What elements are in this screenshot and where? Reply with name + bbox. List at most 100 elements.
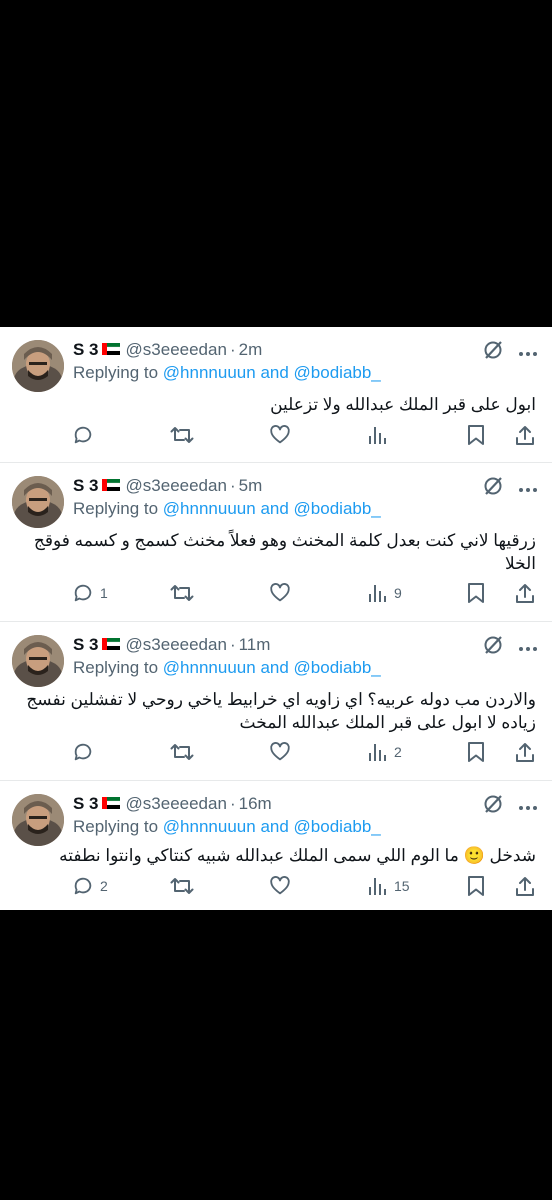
- dot-separator: ·: [229, 794, 236, 813]
- reply-button[interactable]: [72, 422, 100, 448]
- retweet-button[interactable]: [170, 739, 194, 765]
- share-button[interactable]: [514, 739, 536, 765]
- bookmark-button[interactable]: [466, 422, 486, 448]
- views-button[interactable]: [368, 422, 394, 448]
- reply-button[interactable]: [72, 739, 100, 765]
- views-count: 9: [394, 585, 402, 601]
- tweet[interactable]: S 3 @s3eeeedan · 11m Replying to @hnnnuu…: [0, 622, 552, 781]
- share-icon: [514, 582, 536, 604]
- grok-icon[interactable]: [482, 793, 504, 820]
- views-button[interactable]: 15: [368, 873, 410, 899]
- replying-label: Replying to: [73, 658, 159, 677]
- bookmark-icon: [466, 582, 486, 604]
- retweet-button[interactable]: [170, 422, 194, 448]
- bookmark-button[interactable]: [466, 580, 486, 606]
- avatar[interactable]: [12, 340, 64, 392]
- user-handle[interactable]: @s3eeeedan: [126, 794, 227, 814]
- tweet[interactable]: S 3 @s3eeeedan · 5m Replying to @hnnnuuu…: [0, 463, 552, 622]
- mention-link[interactable]: @hnnnuuun: [163, 658, 256, 677]
- like-icon: [269, 424, 291, 446]
- flag-uae-icon: [101, 340, 120, 360]
- tweet-text: والاردن مب دوله عربيه؟ اي زاويه اي خرابي…: [26, 690, 536, 732]
- tweet-text: زرقيها لاني كنت بعدل كلمة المخنث وهو فعل…: [33, 531, 536, 573]
- reply-button[interactable]: 1: [72, 580, 108, 606]
- share-button[interactable]: [514, 422, 536, 448]
- more-icon[interactable]: [518, 798, 538, 816]
- bookmark-button[interactable]: [466, 873, 486, 899]
- more-icon[interactable]: [518, 480, 538, 498]
- views-icon: [368, 583, 388, 603]
- user-handle[interactable]: @s3eeeedan: [126, 476, 227, 496]
- views-icon: [368, 425, 388, 445]
- mention-link[interactable]: @bodiabb_: [294, 817, 381, 836]
- reply-count: 2: [100, 878, 108, 894]
- user-name[interactable]: S 3: [73, 476, 99, 496]
- bookmark-icon: [466, 741, 486, 763]
- mention-link[interactable]: @bodiabb_: [294, 658, 381, 677]
- mention-link[interactable]: @hnnnuuun: [163, 817, 256, 836]
- mention-link[interactable]: @hnnnuuun: [163, 363, 256, 382]
- views-count: 15: [394, 878, 410, 894]
- reply-icon: [72, 875, 94, 897]
- like-button[interactable]: [269, 422, 291, 448]
- dot-separator: ·: [229, 635, 236, 654]
- grok-icon[interactable]: [482, 475, 504, 502]
- more-icon[interactable]: [518, 639, 538, 657]
- tweet-text: ابول على قبر الملك عبدالله ولا تزعلين: [270, 395, 536, 414]
- more-icon[interactable]: [518, 344, 538, 362]
- dot-separator: ·: [229, 340, 236, 359]
- tweet-time[interactable]: 16m: [239, 794, 272, 814]
- share-button[interactable]: [514, 873, 536, 899]
- replying-label: Replying to: [73, 499, 159, 518]
- reply-count: 1: [100, 585, 108, 601]
- avatar[interactable]: [12, 476, 64, 528]
- user-handle[interactable]: @s3eeeedan: [126, 340, 227, 360]
- grok-icon[interactable]: [482, 634, 504, 661]
- bookmark-icon: [466, 875, 486, 897]
- avatar[interactable]: [12, 794, 64, 846]
- bookmark-button[interactable]: [466, 739, 486, 765]
- user-name[interactable]: S 3: [73, 794, 99, 814]
- like-button[interactable]: [269, 580, 291, 606]
- like-icon: [269, 582, 291, 604]
- user-handle[interactable]: @s3eeeedan: [126, 635, 227, 655]
- avatar[interactable]: [12, 635, 64, 687]
- tweet-text: شدخل 🙂 ما الوم اللي سمى الملك عبدالله شب…: [59, 846, 536, 865]
- retweet-button[interactable]: [170, 873, 194, 899]
- user-name[interactable]: S 3: [73, 635, 99, 655]
- mention-link[interactable]: @bodiabb_: [294, 499, 381, 518]
- tweet-time[interactable]: 11m: [239, 635, 271, 655]
- retweet-button[interactable]: [170, 580, 194, 606]
- mention-link[interactable]: @bodiabb_: [294, 363, 381, 382]
- like-button[interactable]: [269, 739, 291, 765]
- replying-to: Replying to @hnnnuuun and @bodiabb_: [73, 817, 381, 837]
- replying-to: Replying to @hnnnuuun and @bodiabb_: [73, 363, 381, 383]
- dot-separator: ·: [229, 476, 236, 495]
- views-icon: [368, 742, 388, 762]
- share-icon: [514, 424, 536, 446]
- bookmark-icon: [466, 424, 486, 446]
- views-button[interactable]: 2: [368, 739, 402, 765]
- share-icon: [514, 875, 536, 897]
- reply-icon: [72, 582, 94, 604]
- replying-label: Replying to: [73, 363, 159, 382]
- and-word: and: [260, 817, 289, 836]
- tweet-time[interactable]: 2m: [239, 340, 263, 360]
- mention-link[interactable]: @hnnnuuun: [163, 499, 256, 518]
- retweet-icon: [170, 741, 194, 763]
- flag-uae-icon: [101, 794, 120, 814]
- like-icon: [269, 875, 291, 897]
- share-icon: [514, 741, 536, 763]
- like-button[interactable]: [269, 873, 291, 899]
- reply-button[interactable]: 2: [72, 873, 108, 899]
- and-word: and: [260, 363, 289, 382]
- share-button[interactable]: [514, 580, 536, 606]
- views-button[interactable]: 9: [368, 580, 402, 606]
- replying-label: Replying to: [73, 817, 159, 836]
- tweet-time[interactable]: 5m: [239, 476, 263, 496]
- views-count: 2: [394, 744, 402, 760]
- user-name[interactable]: S 3: [73, 340, 99, 360]
- tweet[interactable]: S 3 @s3eeeedan · 2m Replying to @hnnnuuu…: [0, 327, 552, 463]
- tweet[interactable]: S 3 @s3eeeedan · 16m Replying to @hnnnuu…: [0, 781, 552, 910]
- grok-icon[interactable]: [482, 339, 504, 366]
